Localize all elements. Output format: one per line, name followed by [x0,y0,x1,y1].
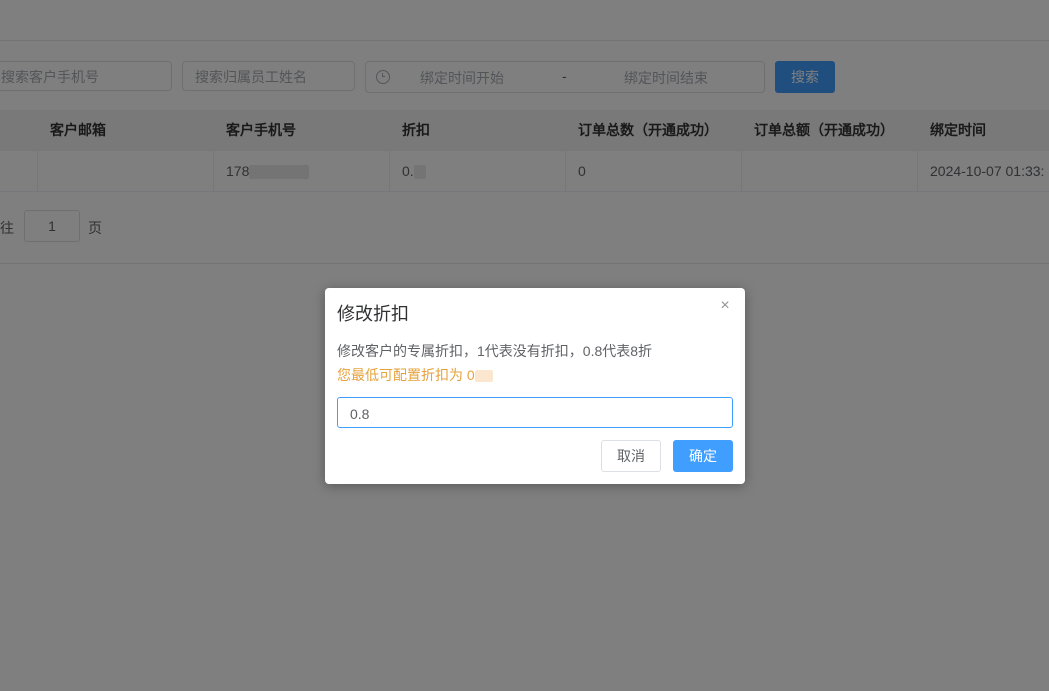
confirm-button[interactable]: 确定 [673,440,733,472]
discount-field[interactable] [337,397,736,429]
min-discount-blurred-part [474,370,493,383]
close-icon[interactable]: × [717,298,733,314]
dialog-message: 修改客户的专属折扣，1代表没有折扣，0.8代表8折 [337,343,653,359]
cancel-button[interactable]: 取消 [601,440,661,472]
min-discount-warning: 您最低可配置折扣为 0 [337,365,493,385]
dialog-title: 修改折扣 [337,304,409,324]
edit-discount-dialog: 修改折扣 × 修改客户的专属折扣，1代表没有折扣，0.8代表8折 您最低可配置折… [325,288,745,484]
discount-input[interactable] [348,398,736,429]
min-discount-warning-text: 您最低可配置折扣为 0 [337,367,475,383]
